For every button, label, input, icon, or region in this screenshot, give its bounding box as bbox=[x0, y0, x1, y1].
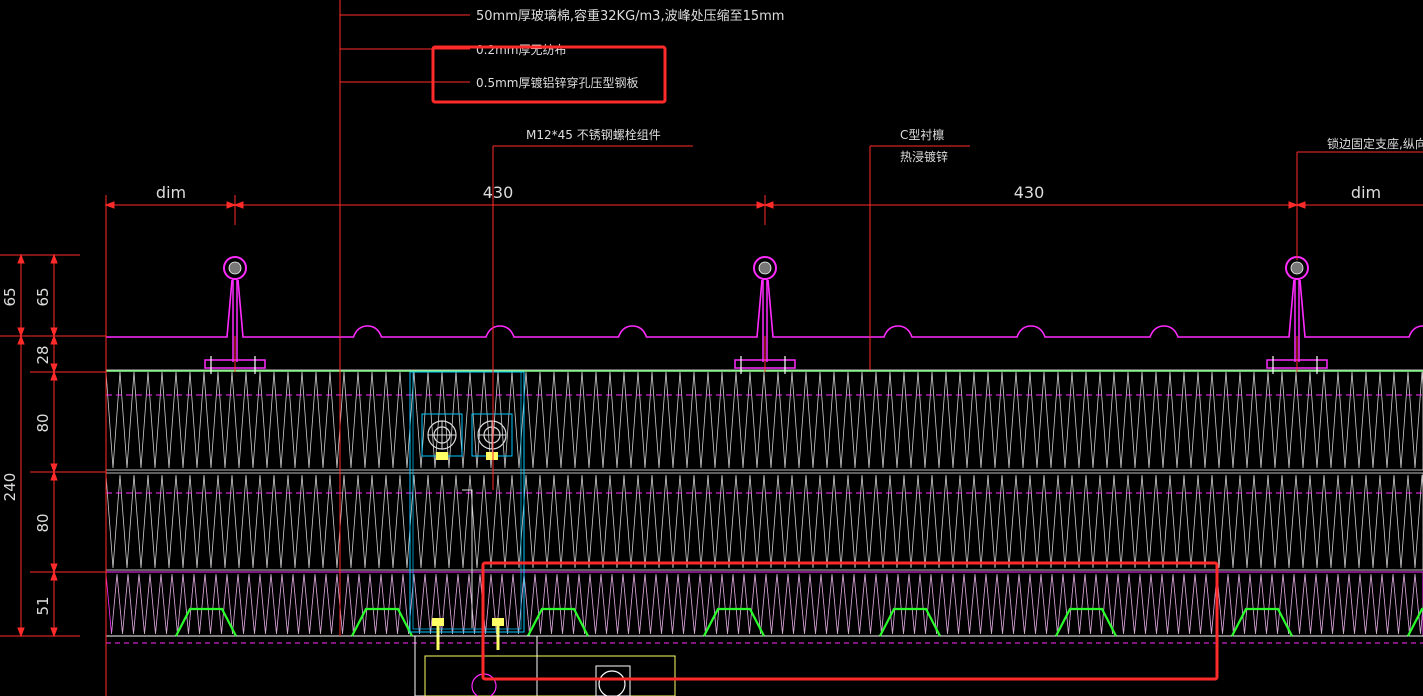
left-dimension-chain bbox=[0, 253, 106, 638]
deck-rib bbox=[1055, 607, 1117, 637]
glass-wool-layer bbox=[105, 571, 1423, 637]
dim-left-label: dim bbox=[156, 183, 186, 202]
note-deck: 0.5mm厚镀铝锌穿孔压型钢板 bbox=[476, 75, 638, 90]
seam-core bbox=[1290, 261, 1304, 275]
leader-lines bbox=[339, 0, 1423, 636]
note-clip: 锁边固定支座,纵向间距 bbox=[1327, 136, 1423, 151]
note-insulation: 50mm厚玻璃棉,容重32KG/m3,波峰处压缩至15mm bbox=[476, 8, 784, 24]
dim-span1-label: 430 bbox=[483, 183, 514, 202]
dim-outer-240: 240 bbox=[1, 473, 19, 502]
dim-80a: 80 bbox=[34, 413, 52, 432]
dim-right-label: dim bbox=[1351, 183, 1381, 202]
note-bolt: M12*45 不锈钢螺栓组件 bbox=[526, 127, 661, 142]
dim-span2-label: 430 bbox=[1014, 183, 1045, 202]
insulation-hatch bbox=[106, 371, 1423, 469]
dim-65: 65 bbox=[34, 287, 52, 306]
seam-clips bbox=[204, 256, 1328, 374]
deck-rib bbox=[351, 607, 413, 637]
rigid-insulation-lower bbox=[105, 472, 1423, 571]
standing-seam-panel bbox=[106, 279, 1423, 338]
note-purlin-2: 热浸镀锌 bbox=[900, 150, 948, 164]
insulation-hatch-alt bbox=[111, 573, 1423, 635]
note-film: 0.2mm厚无纺布 bbox=[476, 43, 566, 57]
screw-fasteners bbox=[414, 618, 676, 696]
seam-core bbox=[228, 261, 242, 275]
insulation-hatch bbox=[106, 474, 1423, 569]
dim-51: 51 bbox=[34, 596, 52, 615]
deck-rib bbox=[1231, 607, 1293, 637]
deck-rib bbox=[879, 607, 941, 637]
dim-outer-65: 65 bbox=[1, 287, 19, 306]
cad-drawing: dim 430 430 dim 65 240 65 28 80 80 51 50… bbox=[0, 0, 1423, 696]
note-purlin-1: C型衬檩 bbox=[900, 127, 944, 142]
deck-rib bbox=[175, 607, 237, 637]
dim-28: 28 bbox=[34, 345, 52, 364]
deck-rib bbox=[703, 607, 765, 637]
seam-core bbox=[758, 261, 772, 275]
rigid-insulation-upper bbox=[105, 369, 1423, 471]
deck-rib bbox=[527, 607, 589, 637]
dim-80b: 80 bbox=[34, 513, 52, 532]
